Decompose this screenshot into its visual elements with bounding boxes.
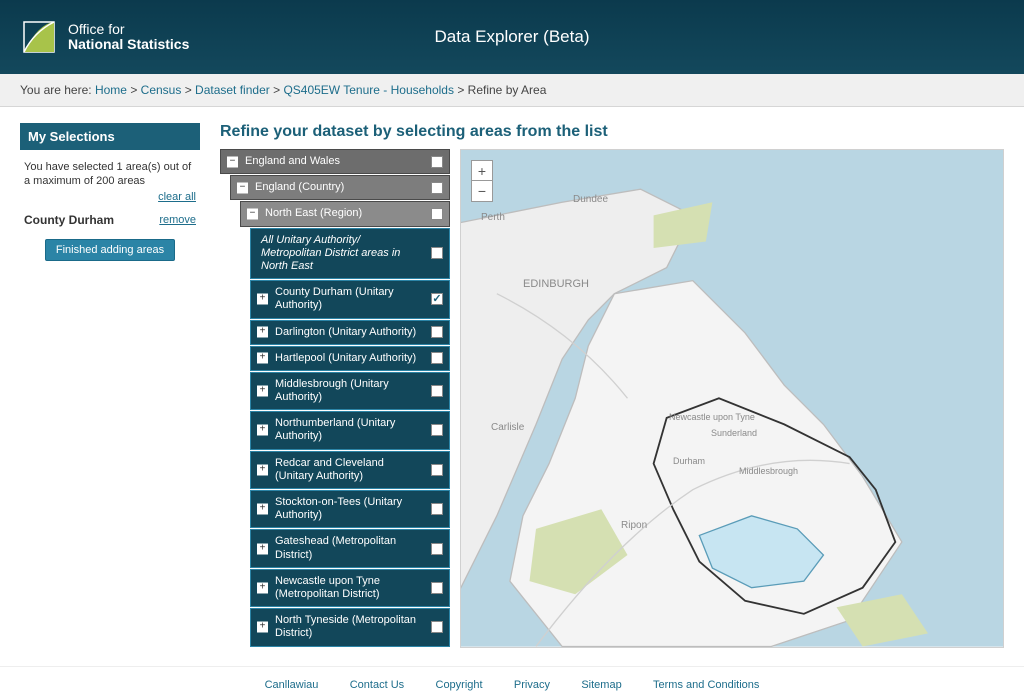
ons-logo[interactable]: Office for National Statistics — [0, 18, 189, 56]
map-zoom-control: + − — [471, 160, 493, 202]
checkbox[interactable] — [431, 543, 443, 555]
checkbox[interactable] — [431, 247, 443, 259]
tree-area-item[interactable]: + Northumberland (Unitary Authority) — [250, 411, 450, 449]
tree-north-east[interactable]: − North East (Region) — [240, 201, 450, 226]
tree-area-label: Gateshead (Metropolitan District) — [275, 535, 396, 560]
checkbox[interactable] — [431, 424, 443, 436]
collapse-icon[interactable]: − — [237, 182, 248, 193]
selected-area-name: County Durham — [24, 213, 114, 227]
checkbox[interactable] — [431, 621, 443, 633]
breadcrumb-home[interactable]: Home — [95, 83, 127, 97]
expand-icon[interactable]: + — [257, 327, 268, 338]
checkbox[interactable] — [431, 582, 443, 594]
checkbox[interactable] — [431, 464, 443, 476]
checkbox[interactable] — [431, 352, 443, 364]
tree-area-label: Middlesbrough (Unitary Authority) — [275, 378, 389, 403]
expand-icon[interactable]: + — [257, 294, 268, 305]
tree-area-item[interactable]: + Stockton-on-Tees (Unitary Authority) — [250, 490, 450, 528]
tree-area-item[interactable]: + Darlington (Unitary Authority) — [250, 320, 450, 345]
tree-area-item[interactable]: + Hartlepool (Unitary Authority) — [250, 346, 450, 371]
ons-logo-icon — [20, 18, 58, 56]
checkbox[interactable] — [431, 293, 443, 305]
finished-adding-button[interactable]: Finished adding areas — [45, 239, 175, 261]
area-tree: − England and Wales − England (Country) … — [220, 149, 450, 648]
tree-area-item[interactable]: + North Tyneside (Metropolitan District) — [250, 608, 450, 646]
checkbox[interactable] — [431, 385, 443, 397]
selected-area-row: County Durham remove — [24, 213, 196, 227]
map-panel[interactable]: + − Perth Dundee EDINBURGH Carlisle Newc… — [460, 149, 1004, 648]
expand-icon[interactable]: + — [257, 464, 268, 475]
tree-area-label: Newcastle upon Tyne (Metropolitan Distri… — [275, 575, 380, 600]
expand-icon[interactable]: + — [257, 386, 268, 397]
breadcrumb-dataset-finder[interactable]: Dataset finder — [195, 83, 270, 97]
clear-all-link[interactable]: clear all — [24, 191, 196, 203]
footer-link-terms[interactable]: Terms and Conditions — [653, 679, 759, 691]
map-canvas — [461, 150, 1003, 647]
selections-sidebar: My Selections You have selected 1 area(s… — [20, 123, 200, 648]
tree-area-item[interactable]: + Redcar and Cleveland (Unitary Authority… — [250, 451, 450, 489]
footer-link-contact[interactable]: Contact Us — [350, 679, 404, 691]
expand-icon[interactable]: + — [257, 622, 268, 633]
footer-link-canllawiau[interactable]: Canllawiau — [265, 679, 319, 691]
tree-area-label: Redcar and Cleveland (Unitary Authority) — [275, 457, 384, 482]
app-header: Office for National Statistics Data Expl… — [0, 0, 1024, 74]
breadcrumb: You are here: Home > Census > Dataset fi… — [0, 74, 1024, 107]
checkbox[interactable] — [431, 208, 443, 220]
zoom-out-button[interactable]: − — [472, 181, 492, 201]
breadcrumb-census[interactable]: Census — [141, 83, 182, 97]
breadcrumb-dataset[interactable]: QS405EW Tenure - Households — [283, 83, 454, 97]
footer-link-privacy[interactable]: Privacy — [514, 679, 550, 691]
tree-area-item[interactable]: + Newcastle upon Tyne (Metropolitan Distr… — [250, 569, 450, 607]
tree-england[interactable]: − England (Country) — [230, 175, 450, 200]
tree-area-item[interactable]: + County Durham (Unitary Authority) — [250, 280, 450, 318]
tree-area-label: Northumberland (Unitary Authority) — [275, 417, 395, 442]
checkbox[interactable] — [431, 326, 443, 338]
collapse-icon[interactable]: − — [247, 208, 258, 219]
selections-title: My Selections — [20, 123, 200, 150]
footer-link-sitemap[interactable]: Sitemap — [581, 679, 621, 691]
expand-icon[interactable]: + — [257, 504, 268, 515]
remove-area-link[interactable]: remove — [159, 214, 196, 226]
expand-icon[interactable]: + — [257, 543, 268, 554]
tree-area-label: Hartlepool (Unitary Authority) — [275, 352, 416, 364]
footer-link-copyright[interactable]: Copyright — [436, 679, 483, 691]
expand-icon[interactable]: + — [257, 353, 268, 364]
zoom-in-button[interactable]: + — [472, 161, 492, 181]
checkbox[interactable] — [431, 156, 443, 168]
checkbox[interactable] — [431, 182, 443, 194]
checkbox[interactable] — [431, 503, 443, 515]
footer: Canllawiau Contact Us Copyright Privacy … — [0, 666, 1024, 697]
expand-icon[interactable]: + — [257, 425, 268, 436]
org-name-line1: Office for — [68, 22, 189, 37]
tree-area-item[interactable]: + Gateshead (Metropolitan District) — [250, 529, 450, 567]
tree-area-label: Darlington (Unitary Authority) — [275, 326, 416, 338]
app-title: Data Explorer (Beta) — [435, 27, 590, 47]
tree-area-label: North Tyneside (Metropolitan District) — [275, 614, 416, 639]
tree-all-areas[interactable]: All Unitary Authority/ Metropolitan Dist… — [250, 228, 450, 280]
tree-area-item[interactable]: + Middlesbrough (Unitary Authority) — [250, 372, 450, 410]
breadcrumb-current: Refine by Area — [468, 83, 547, 97]
org-name-line2: National Statistics — [68, 37, 189, 52]
tree-area-label: County Durham (Unitary Authority) — [275, 286, 394, 311]
breadcrumb-prefix: You are here: — [20, 83, 95, 97]
tree-england-wales[interactable]: − England and Wales — [220, 149, 450, 174]
expand-icon[interactable]: + — [257, 582, 268, 593]
header-decoration — [904, 0, 1024, 74]
page-title: Refine your dataset by selecting areas f… — [220, 123, 1004, 141]
collapse-icon[interactable]: − — [227, 156, 238, 167]
tree-area-label: Stockton-on-Tees (Unitary Authority) — [275, 496, 402, 521]
selections-summary: You have selected 1 area(s) out of a max… — [24, 160, 196, 189]
